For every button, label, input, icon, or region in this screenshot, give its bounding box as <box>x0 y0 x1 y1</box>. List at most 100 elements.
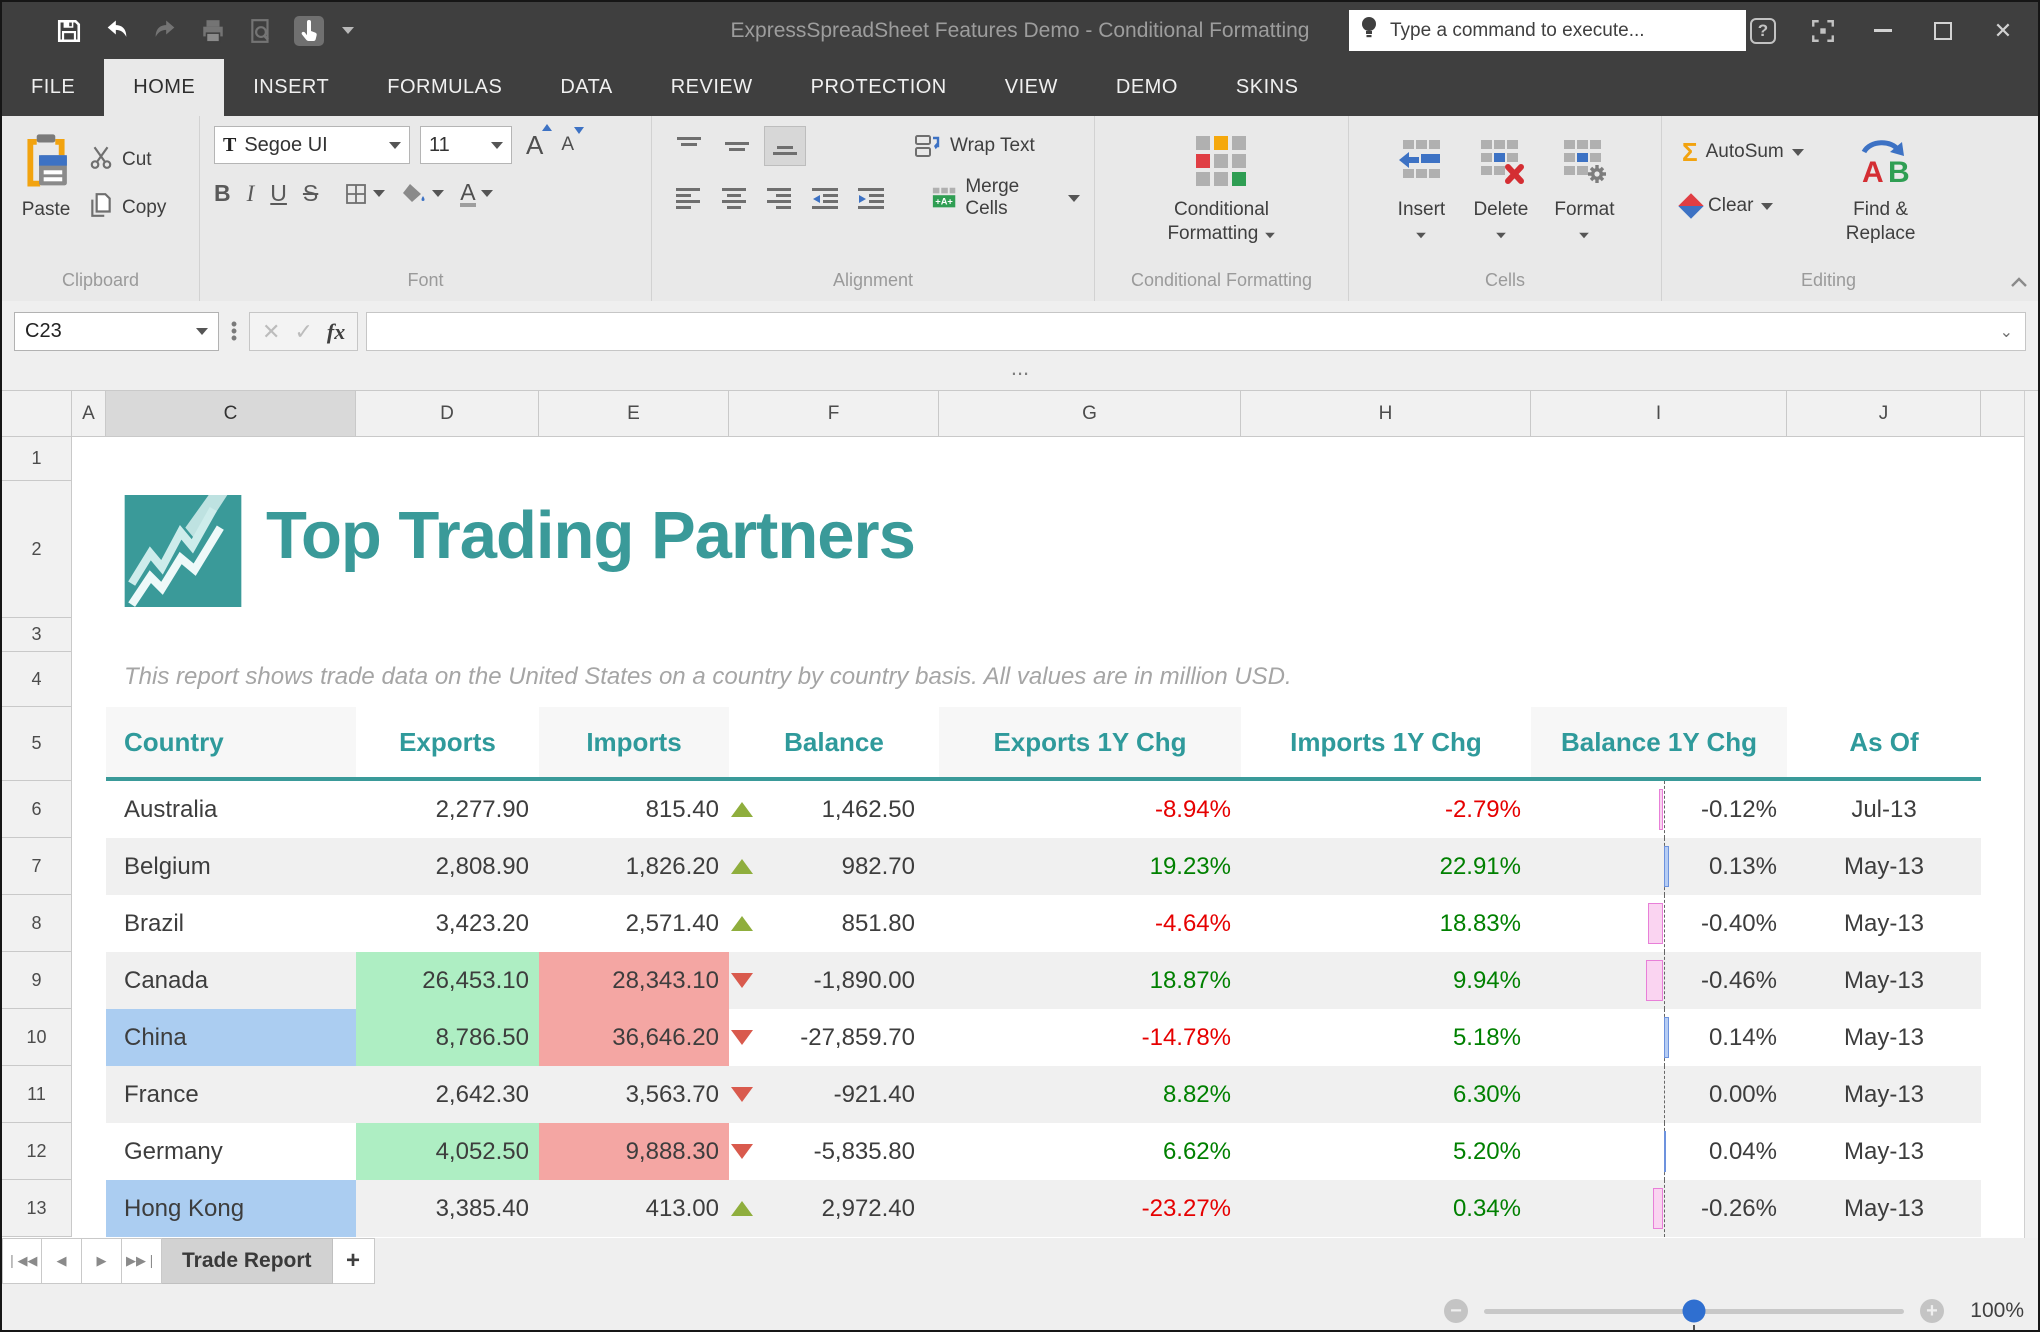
tab-demo[interactable]: DEMO <box>1087 59 1207 116</box>
cell-content-row-2[interactable] <box>106 481 2040 618</box>
close-icon[interactable]: ✕ <box>1986 14 2020 48</box>
autosum-button[interactable]: Σ AutoSum <box>1676 132 1810 172</box>
cell-balance-chg[interactable]: -0.12% <box>1531 781 1787 838</box>
cell-imports-chg[interactable]: -2.79% <box>1241 781 1531 838</box>
cell-content-row-4[interactable] <box>106 652 2040 707</box>
cell-exports[interactable]: 26,453.10 <box>356 952 539 1009</box>
cell-exports-chg[interactable]: 8.82% <box>939 1066 1241 1123</box>
cell-imports-chg[interactable]: 6.30% <box>1241 1066 1531 1123</box>
display-mode-icon[interactable] <box>1806 14 1840 48</box>
cell-imports-chg[interactable]: 18.83% <box>1241 895 1531 952</box>
table-header-balance[interactable]: Balance <box>729 707 939 781</box>
row-header-3[interactable]: 3 <box>2 618 72 652</box>
tab-review[interactable]: REVIEW <box>642 59 782 116</box>
cell-exports[interactable]: 2,277.90 <box>356 781 539 838</box>
touch-mode-dropdown-icon[interactable] <box>342 27 354 34</box>
cell-imports[interactable]: 28,343.10 <box>539 952 729 1009</box>
cell-a3[interactable] <box>72 618 106 652</box>
save-icon[interactable] <box>54 16 84 46</box>
tab-insert[interactable]: INSERT <box>224 59 358 116</box>
cell-imports-chg[interactable]: 22.91% <box>1241 838 1531 895</box>
cell-balance[interactable]: 851.80 <box>729 895 939 952</box>
cell-a8[interactable] <box>72 895 106 952</box>
cell-exports-chg[interactable]: 18.87% <box>939 952 1241 1009</box>
cell-balance-chg[interactable]: 0.14% <box>1531 1009 1787 1066</box>
cell-as-of[interactable]: May-13 <box>1787 838 1981 895</box>
cell-content-row-3[interactable] <box>106 618 2040 652</box>
bold-button[interactable]: B <box>214 180 231 207</box>
column-header-f[interactable]: F <box>729 391 939 437</box>
cell-country[interactable]: Belgium <box>106 838 356 895</box>
borders-button[interactable] <box>344 182 385 206</box>
cell-a10[interactable] <box>72 1009 106 1066</box>
cell-as-of[interactable]: May-13 <box>1787 1180 1981 1237</box>
sheet-tab-trade-report[interactable]: Trade Report <box>162 1238 333 1284</box>
cell-imports[interactable]: 413.00 <box>539 1180 729 1237</box>
cell-balance-chg[interactable]: 0.04% <box>1531 1123 1787 1180</box>
row-header-5[interactable]: 5 <box>2 707 72 781</box>
cell-balance[interactable]: -5,835.80 <box>729 1123 939 1180</box>
merge-cells-button[interactable]: +A+ Merge Cells <box>925 178 1086 218</box>
table-header-country[interactable]: Country <box>106 707 356 781</box>
italic-button[interactable]: I <box>247 181 255 207</box>
zoom-in-button[interactable]: + <box>1920 1299 1944 1323</box>
align-bottom-icon[interactable] <box>764 126 806 166</box>
cell-imports[interactable]: 9,888.30 <box>539 1123 729 1180</box>
maximize-icon[interactable] <box>1926 14 1960 48</box>
cell-country[interactable]: Canada <box>106 952 356 1009</box>
cell-as-of[interactable]: May-13 <box>1787 952 1981 1009</box>
expand-formula-bar-icon[interactable]: ⌄ <box>1996 322 2017 342</box>
row-header-9[interactable]: 9 <box>2 952 72 1009</box>
undo-icon[interactable] <box>102 16 132 46</box>
next-sheet-icon[interactable]: ▶ <box>82 1238 122 1284</box>
cell-imports[interactable]: 36,646.20 <box>539 1009 729 1066</box>
tab-protection[interactable]: PROTECTION <box>782 59 976 116</box>
cell-as-of[interactable]: May-13 <box>1787 1009 1981 1066</box>
add-sheet-button[interactable]: + <box>333 1238 375 1284</box>
cell-fill-8[interactable] <box>1981 895 2026 952</box>
zoom-slider-thumb[interactable] <box>1683 1300 1706 1323</box>
align-center-icon[interactable] <box>714 178 754 218</box>
cell-country[interactable]: Brazil <box>106 895 356 952</box>
align-top-icon[interactable] <box>668 126 710 166</box>
command-input[interactable] <box>1388 19 1736 43</box>
cell-exports-chg[interactable]: -23.27% <box>939 1180 1241 1237</box>
row-header-10[interactable]: 10 <box>2 1009 72 1066</box>
cell-a13[interactable] <box>72 1180 106 1237</box>
find-replace-button[interactable]: AB Find & Replace <box>1836 126 1926 265</box>
align-left-icon[interactable] <box>668 178 708 218</box>
vertical-scrollbar[interactable] <box>2024 391 2040 1239</box>
row-header-12[interactable]: 12 <box>2 1123 72 1180</box>
insert-function-icon[interactable]: fx <box>327 319 345 345</box>
cell-country[interactable]: China <box>106 1009 356 1066</box>
cell-a4[interactable] <box>72 652 106 707</box>
tab-formulas[interactable]: FORMULAS <box>358 59 531 116</box>
cell-fill-11[interactable] <box>1981 1066 2026 1123</box>
confirm-entry-icon[interactable]: ✓ <box>294 319 312 345</box>
print-preview-icon[interactable] <box>246 16 276 46</box>
strikethrough-button[interactable]: S <box>303 180 318 207</box>
cell-balance[interactable]: -27,859.70 <box>729 1009 939 1066</box>
name-box-dropdown-icon[interactable] <box>196 328 208 335</box>
zoom-out-button[interactable]: − <box>1444 1299 1468 1323</box>
cell-country[interactable]: France <box>106 1066 356 1123</box>
row-header-8[interactable]: 8 <box>2 895 72 952</box>
cell-fill-7[interactable] <box>1981 838 2026 895</box>
column-header-i[interactable]: I <box>1531 391 1787 437</box>
previous-sheet-icon[interactable]: ◀ <box>42 1238 82 1284</box>
cell-country[interactable]: Australia <box>106 781 356 838</box>
column-header-d[interactable]: D <box>356 391 539 437</box>
cell-imports[interactable]: 815.40 <box>539 781 729 838</box>
first-sheet-icon[interactable]: ❘◀◀ <box>2 1238 42 1284</box>
cell-fill-13[interactable] <box>1981 1180 2026 1237</box>
table-header-balance-1y-chg[interactable]: Balance 1Y Chg <box>1531 707 1787 781</box>
formula-bar-handle[interactable]: ••• <box>227 321 241 342</box>
table-header-imports[interactable]: Imports <box>539 707 729 781</box>
column-header-h[interactable]: H <box>1241 391 1531 437</box>
formula-bar-splitter[interactable]: ... <box>2 360 2038 390</box>
cell-balance[interactable]: 1,462.50 <box>729 781 939 838</box>
decrease-indent-icon[interactable] <box>805 178 845 218</box>
cell-a11[interactable] <box>72 1066 106 1123</box>
cell-fill-10[interactable] <box>1981 1009 2026 1066</box>
print-icon[interactable] <box>198 16 228 46</box>
